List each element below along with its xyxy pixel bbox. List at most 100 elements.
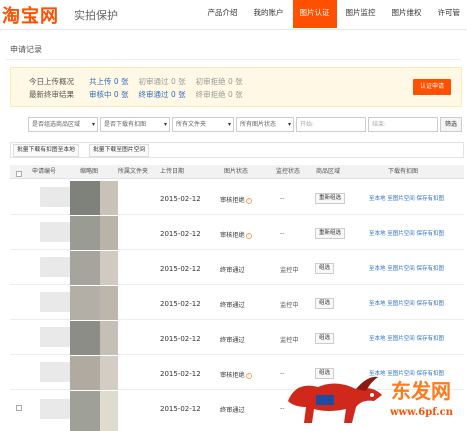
taobao-logo[interactable]: 淘宝网 <box>2 2 59 28</box>
monitor-status: -- <box>280 230 285 237</box>
image-status: 终审通过 <box>220 337 245 344</box>
monitor-status: 监控中 <box>280 337 299 344</box>
upload-date: 2015-02-12 <box>160 370 201 378</box>
product-subtitle: 实拍保护 <box>74 9 118 22</box>
bull-logo-icon <box>288 376 382 423</box>
thumbnail-image[interactable] <box>70 356 100 390</box>
thumbnail-image[interactable] <box>100 216 118 250</box>
col-thumbnail: 缩略图 <box>80 168 99 175</box>
table-header: 申请编号 缩略图 所属文件夹 上传日期 图片状态 监控状态 商品区域 下载有扣图 <box>10 165 464 179</box>
upload-date: 2015-02-12 <box>160 230 201 238</box>
table-row: 2015-02-12 终审通过 监控中 组选 至本地 至图片空间 保存有扣图 <box>10 286 464 320</box>
nav-image-monitor[interactable]: 图片监控 <box>339 0 383 28</box>
blurred-apply-no <box>40 187 72 207</box>
auth-apply-button[interactable]: 认证申请 <box>413 79 451 95</box>
thumbnail-image[interactable] <box>100 321 118 355</box>
blurred-apply-no <box>40 327 72 347</box>
upload-date: 2015-02-12 <box>160 195 201 203</box>
thumbnail-image[interactable] <box>100 391 118 431</box>
summary-item[interactable]: 终审拒绝 0 张 <box>196 89 243 101</box>
select-all-checkbox[interactable] <box>16 169 22 177</box>
blurred-apply-no <box>40 362 72 382</box>
summary-item[interactable]: 初审拒绝 0 张 <box>196 76 243 88</box>
image-status: 终审通过 <box>220 407 245 414</box>
region-select[interactable]: 是否组选商品区域 ▾ <box>28 117 98 132</box>
info-icon[interactable]: ! <box>245 233 252 239</box>
col-monitor-status: 监控状态 <box>276 168 301 175</box>
image-status: 终审通过 <box>220 302 245 309</box>
thumbnail-image[interactable] <box>100 181 118 215</box>
monitor-status: 监控中 <box>280 267 299 274</box>
end-date-input[interactable]: 结束: <box>368 117 438 132</box>
thumbnail-image[interactable] <box>70 321 100 355</box>
start-date-input[interactable]: 开始: <box>296 117 366 132</box>
nav-product-intro[interactable]: 产品介绍 <box>201 0 245 28</box>
row-checkbox[interactable] <box>16 405 22 413</box>
download-links[interactable]: 至本地 至图片空间 保存有扣图 <box>369 299 444 307</box>
summary-item[interactable]: 审核中 0 张 <box>89 89 129 101</box>
filter-button[interactable]: 筛选 <box>440 117 462 132</box>
region-button[interactable]: 组选 <box>315 263 335 274</box>
batch-actions: 批量下载有扣图至本地 批量下载至图片空间 <box>10 142 464 158</box>
col-apply-no: 申请编号 <box>32 168 57 175</box>
latest-review-row: 最新终审结果 审核中 0 张 终审通过 0 张 终审拒绝 0 张 <box>29 89 253 101</box>
table-row: 2015-02-12 审核拒绝! -- 重新组选 至本地 至图片空间 保存有扣图 <box>10 181 464 215</box>
upload-date: 2015-02-12 <box>160 335 201 343</box>
table-row: 2015-02-12 终审通过 监控中 组选 至本地 至图片空间 保存有扣图 <box>10 321 464 355</box>
main-nav: 产品介绍 我的账户 图片认证 图片监控 图片维权 许可管 <box>199 0 467 28</box>
upload-date: 2015-02-12 <box>160 265 201 273</box>
thumbnail-image[interactable] <box>100 286 118 320</box>
table-row: 2015-02-12 审核拒绝! -- 重新组选 至本地 至图片空间 保存有扣图 <box>10 216 464 250</box>
nav-license-manage[interactable]: 许可管 <box>431 0 467 28</box>
today-upload-label: 今日上传概况 <box>29 77 74 86</box>
batch-download-space-button[interactable]: 批量下载至图片空间 <box>89 144 150 157</box>
download-links[interactable]: 至本地 至图片空间 保存有扣图 <box>369 194 444 202</box>
thumbnail-image[interactable] <box>70 391 100 431</box>
thumbnail-image[interactable] <box>70 251 100 285</box>
col-upload-date: 上传日期 <box>160 168 185 175</box>
col-product-region: 商品区域 <box>316 168 341 175</box>
region-button[interactable]: 重新组选 <box>315 228 346 239</box>
chevron-down-icon: ▾ <box>287 121 291 128</box>
nav-my-account[interactable]: 我的账户 <box>247 0 291 28</box>
batch-download-local-button[interactable]: 批量下载有扣图至本地 <box>13 144 79 157</box>
nav-image-rights[interactable]: 图片维权 <box>385 0 429 28</box>
nav-image-auth[interactable]: 图片认证 <box>292 0 337 28</box>
info-icon[interactable]: ! <box>245 373 252 379</box>
thumbnail-image[interactable] <box>70 216 100 250</box>
divider <box>6 59 461 60</box>
download-links[interactable]: 至本地 至图片空间 保存有扣图 <box>369 264 444 272</box>
watermark-text: 东发网 <box>391 379 451 403</box>
watermark: 东发网 www.6pf.cn <box>278 371 463 429</box>
status-select[interactable]: 所有图片状态 ▾ <box>236 117 294 132</box>
col-folder: 所属文件夹 <box>118 168 149 175</box>
image-status: 审核拒绝! <box>220 230 252 239</box>
info-icon[interactable]: ! <box>245 198 252 204</box>
today-upload-row: 今日上传概况 共上传 0 张 初审通过 0 张 初审拒绝 0 张 <box>29 76 253 88</box>
thumbnail-image[interactable] <box>70 181 100 215</box>
summary-item[interactable]: 终审通过 0 张 <box>139 89 186 101</box>
chevron-down-icon: ▾ <box>163 121 167 128</box>
blurred-apply-no <box>40 222 72 242</box>
thumbnail-image[interactable] <box>100 356 118 390</box>
thumbnail-image[interactable] <box>70 286 100 320</box>
summary-item[interactable]: 共上传 0 张 <box>89 76 129 88</box>
region-button[interactable]: 组选 <box>315 298 335 309</box>
download-links[interactable]: 至本地 至图片空间 保存有扣图 <box>369 229 444 237</box>
summary-panel: 今日上传概况 共上传 0 张 初审通过 0 张 初审拒绝 0 张 最新终审结果 … <box>10 67 462 107</box>
region-button[interactable]: 组选 <box>315 333 335 344</box>
col-image-status: 图片状态 <box>224 168 249 175</box>
section-title: 申请记录 <box>10 45 42 54</box>
monitor-status: -- <box>280 195 285 202</box>
blurred-apply-no <box>40 292 72 312</box>
download-links[interactable]: 至本地 至图片空间 保存有扣图 <box>369 334 444 342</box>
table-row: 2015-02-12 终审通过 监控中 组选 至本地 至图片空间 保存有扣图 <box>10 251 464 285</box>
region-button[interactable]: 重新组选 <box>315 193 346 204</box>
folder-select[interactable]: 所有文件夹 ▾ <box>172 117 234 132</box>
download-select[interactable]: 是否下载有扣图 ▾ <box>100 117 170 132</box>
thumbnail-image[interactable] <box>100 251 118 285</box>
summary-item[interactable]: 初审通过 0 张 <box>139 76 186 88</box>
upload-date: 2015-02-12 <box>160 405 201 413</box>
image-status: 终审通过 <box>220 267 245 274</box>
blurred-apply-no <box>40 399 72 419</box>
